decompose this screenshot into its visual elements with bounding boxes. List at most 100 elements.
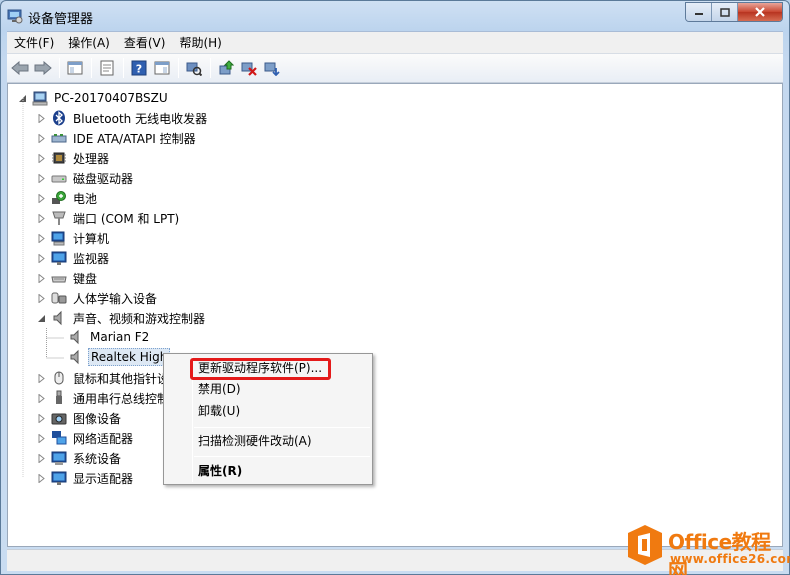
tree-category[interactable]: 计算机: [37, 228, 111, 248]
expand-arrow-icon[interactable]: [37, 393, 46, 403]
disable-menu-item[interactable]: 禁用(D): [198, 379, 241, 399]
ide-controller-icon: [51, 130, 67, 146]
menu-view[interactable]: 查看(V): [117, 33, 173, 53]
caption-buttons: [685, 2, 783, 22]
update-driver-button[interactable]: [215, 57, 237, 79]
toolbar: ?: [7, 53, 783, 83]
tree-category-label: 处理器: [73, 151, 110, 166]
tree-category-label: 显示适配器: [73, 471, 134, 486]
properties-menu-item[interactable]: 属性(R): [198, 461, 242, 481]
uninstall-icon: [241, 62, 257, 76]
expand-arrow-icon[interactable]: [37, 453, 46, 463]
tree-category[interactable]: 鼠标和其他指针设: [37, 368, 171, 388]
tree-category-label: 声音、视频和游戏控制器: [73, 311, 206, 326]
tree-category-label: 计算机: [73, 231, 110, 246]
expand-arrow-icon[interactable]: [37, 253, 46, 263]
tree-category[interactable]: 网络适配器: [37, 428, 135, 448]
toolbar-separator: [210, 58, 211, 78]
mouse-icon: [51, 370, 67, 386]
uninstall-button[interactable]: [238, 57, 260, 79]
expand-arrow-icon[interactable]: [37, 113, 46, 123]
display-adapter-icon: [51, 470, 67, 486]
tree-category-expanded[interactable]: 声音、视频和游戏控制器: [37, 308, 207, 328]
expand-arrow-icon[interactable]: [37, 273, 46, 283]
forward-button[interactable]: [32, 57, 54, 79]
usb-icon: [51, 390, 67, 406]
monitor-icon: [51, 250, 67, 266]
tree-root[interactable]: PC-20170407BSZU: [18, 88, 170, 108]
scan-hardware-icon: [186, 62, 202, 76]
expand-arrow-icon[interactable]: [37, 473, 46, 483]
forward-arrow-icon: [34, 61, 52, 75]
keyboard-icon: [51, 270, 67, 286]
hid-icon: [51, 290, 67, 306]
disable-button[interactable]: [261, 57, 283, 79]
expand-arrow-icon[interactable]: [37, 193, 46, 203]
show-hide-console-tree-button[interactable]: [64, 57, 86, 79]
tree-category[interactable]: 图像设备: [37, 408, 123, 428]
menu-file[interactable]: 文件(F): [7, 33, 61, 53]
action-pane-button[interactable]: [151, 57, 173, 79]
tree-connector-lines: [46, 328, 64, 359]
tree-category[interactable]: Bluetooth 无线电收发器: [37, 108, 209, 128]
help-button[interactable]: ?: [128, 57, 150, 79]
tree-device-selected[interactable]: Realtek High: [68, 347, 171, 367]
bluetooth-icon: [51, 110, 67, 126]
tree-category-label: 监视器: [73, 251, 110, 266]
tree-category[interactable]: 磁盘驱动器: [37, 168, 135, 188]
office-logo-icon: [626, 524, 664, 566]
toolbar-separator: [178, 58, 179, 78]
back-arrow-icon: [11, 61, 29, 75]
tree-category-label: 键盘: [73, 271, 98, 286]
watermark-url: www.office26.com: [670, 552, 790, 566]
properties-button[interactable]: [96, 57, 118, 79]
watermark: Office教程网 www.office26.com: [626, 524, 790, 575]
expand-arrow-icon[interactable]: [37, 233, 46, 243]
expand-arrow-icon[interactable]: [37, 173, 46, 183]
tree-category-label: 磁盘驱动器: [73, 171, 134, 186]
collapse-arrow-icon[interactable]: [37, 314, 46, 323]
tree-device[interactable]: Marian F2: [68, 327, 151, 347]
expand-arrow-icon[interactable]: [37, 153, 46, 163]
tree-category-label: 鼠标和其他指针设: [73, 371, 170, 386]
tree-category-label: IDE ATA/ATAPI 控制器: [73, 131, 196, 146]
expand-arrow-icon[interactable]: [37, 133, 46, 143]
context-menu: 更新驱动程序软件(P)... 禁用(D) 卸载(U) 扫描检测硬件改动(A) 属…: [163, 353, 373, 485]
back-button[interactable]: [9, 57, 31, 79]
context-menu-separator: [194, 456, 370, 457]
maximize-button[interactable]: [712, 3, 738, 21]
minimize-button[interactable]: [686, 3, 712, 21]
network-icon: [51, 430, 67, 446]
tree-category[interactable]: 显示适配器: [37, 468, 135, 488]
tree-category[interactable]: 通用串行总线控制: [37, 388, 171, 408]
menu-help[interactable]: 帮助(H): [172, 33, 228, 53]
expand-arrow-icon[interactable]: [37, 213, 46, 223]
expand-arrow-icon[interactable]: [37, 373, 46, 383]
console-tree-icon: [67, 61, 83, 75]
toolbar-separator: [91, 58, 92, 78]
tree-category-label: Bluetooth 无线电收发器: [73, 111, 208, 126]
tree-category[interactable]: IDE ATA/ATAPI 控制器: [37, 128, 198, 148]
close-icon: [755, 7, 765, 17]
expand-arrow-icon[interactable]: [37, 433, 46, 443]
menu-action[interactable]: 操作(A): [61, 33, 117, 53]
tree-category[interactable]: 键盘: [37, 268, 99, 288]
close-button[interactable]: [738, 3, 782, 21]
tree-category[interactable]: 电池: [37, 188, 99, 208]
device-tree[interactable]: PC-20170407BSZU Bluetooth 无线电收发器 IDE ATA…: [7, 83, 783, 547]
uninstall-menu-item[interactable]: 卸载(U): [198, 401, 240, 421]
disk-drive-icon: [51, 170, 67, 186]
computer-icon: [51, 230, 67, 246]
tree-category[interactable]: 监视器: [37, 248, 111, 268]
properties-icon: [100, 60, 114, 76]
tree-category[interactable]: 处理器: [37, 148, 111, 168]
scan-hardware-menu-item[interactable]: 扫描检测硬件改动(A): [198, 431, 312, 451]
tree-category[interactable]: 端口 (COM 和 LPT): [37, 208, 181, 228]
title-bar[interactable]: 设备管理器: [1, 1, 789, 31]
tree-category[interactable]: 人体学输入设备: [37, 288, 159, 308]
expand-arrow-icon[interactable]: [37, 413, 46, 423]
tree-category[interactable]: 系统设备: [37, 448, 123, 468]
scan-hardware-button[interactable]: [183, 57, 205, 79]
expand-arrow-icon[interactable]: [37, 293, 46, 303]
tree-category-label: 图像设备: [73, 411, 122, 426]
